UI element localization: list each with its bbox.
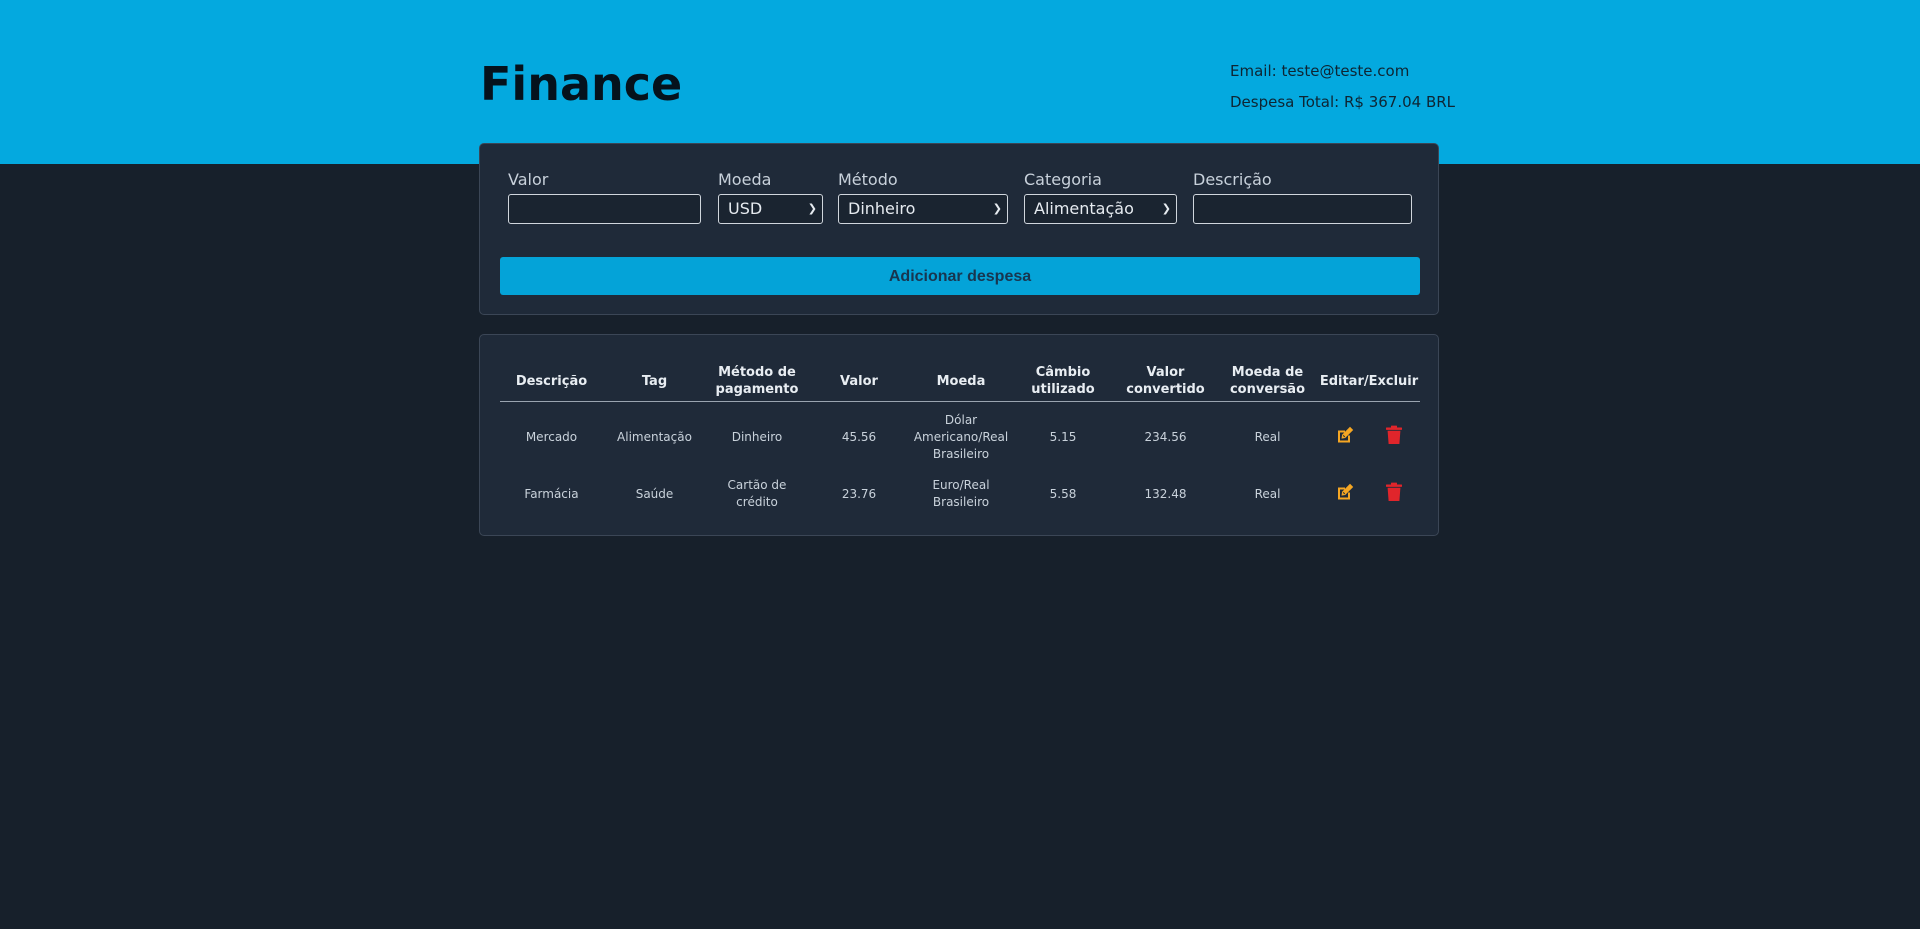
cell-tag: Saúde: [635, 486, 674, 501]
table-row: Mercado Alimentação Dinheiro 45.56 Dólar…: [500, 412, 1420, 462]
cell-conversion-currency: Real: [1254, 486, 1281, 501]
currency-select[interactable]: USD ❯: [718, 194, 823, 224]
expenses-table: Descrição Tag Método de pagamento Valor …: [479, 334, 1439, 536]
cell-value: 23.76: [841, 486, 877, 501]
cell-description: Farmácia: [524, 486, 579, 501]
user-info: Email: teste@teste.com Despesa Total: R$…: [1230, 56, 1455, 118]
cell-conversion-currency: Real: [1254, 429, 1281, 444]
column-header: Moeda de conversão: [1229, 365, 1306, 397]
cell-converted-value: 132.48: [1144, 486, 1187, 501]
edit-icon[interactable]: [1334, 481, 1356, 503]
category-selected-value: Alimentação: [1034, 199, 1134, 218]
edit-icon[interactable]: [1334, 424, 1356, 446]
category-label: Categoria: [1024, 170, 1102, 189]
column-header: Câmbio utilizado: [1031, 365, 1095, 397]
table-header: Descrição Tag Método de pagamento Valor …: [500, 361, 1420, 402]
value-input[interactable]: [508, 194, 701, 224]
column-header: Valor: [840, 373, 878, 389]
currency-label: Moeda: [718, 170, 772, 189]
trash-icon[interactable]: [1383, 481, 1405, 503]
value-label: Valor: [508, 170, 549, 189]
column-header: Valor convertido: [1126, 365, 1205, 397]
cell-method: Cartão de crédito: [727, 478, 787, 509]
add-expense-button[interactable]: Adicionar despesa: [500, 257, 1420, 295]
cell-tag: Alimentação: [617, 429, 692, 444]
column-header: Editar/Excluir: [1319, 373, 1419, 389]
method-label: Método: [838, 170, 898, 189]
table-row: Farmácia Saúde Cartão de crédito 23.76 E…: [500, 469, 1420, 519]
cell-description: Mercado: [525, 429, 578, 444]
cell-currency: Dólar Americano/Real Brasileiro: [913, 412, 1009, 461]
cell-converted-value: 234.56: [1144, 429, 1187, 444]
cell-method: Dinheiro: [731, 429, 783, 444]
chevron-down-icon: ❯: [1161, 202, 1171, 215]
description-input[interactable]: [1193, 194, 1412, 224]
cell-value: 45.56: [841, 429, 877, 444]
chevron-down-icon: ❯: [807, 202, 817, 215]
expense-form: Valor Moeda USD ❯ Método Dinheiro ❯ Cate…: [479, 143, 1439, 315]
column-header: Tag: [641, 373, 668, 389]
category-select[interactable]: Alimentação ❯: [1024, 194, 1177, 224]
user-email: Email: teste@teste.com: [1230, 62, 1410, 80]
description-label: Descrição: [1193, 170, 1272, 189]
currency-selected-value: USD: [728, 199, 763, 218]
page-title: Finance: [480, 57, 683, 111]
total-expense: Despesa Total: R$ 367.04 BRL: [1230, 93, 1456, 111]
method-selected-value: Dinheiro: [848, 199, 916, 218]
method-select[interactable]: Dinheiro ❯: [838, 194, 1008, 224]
cell-exchange-rate: 5.58: [1049, 486, 1077, 501]
cell-exchange-rate: 5.15: [1049, 429, 1077, 444]
cell-currency: Euro/Real Brasileiro: [932, 478, 990, 509]
column-header: Moeda: [936, 373, 986, 389]
trash-icon[interactable]: [1383, 424, 1405, 446]
chevron-down-icon: ❯: [992, 202, 1002, 215]
column-header: Método de pagamento: [715, 365, 799, 397]
column-header: Descrição: [515, 373, 588, 389]
header-banner: [0, 0, 1920, 164]
